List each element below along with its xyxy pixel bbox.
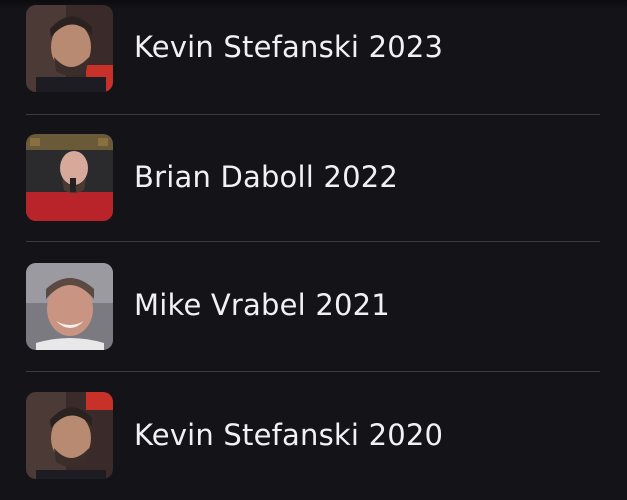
- coach-photo: [26, 134, 113, 221]
- result-title: Kevin Stefanski 2020: [134, 418, 444, 452]
- result-title: Mike Vrabel 2021: [134, 288, 390, 322]
- divider: [26, 114, 600, 115]
- coach-photo: [26, 263, 113, 350]
- result-title: Kevin Stefanski 2023: [134, 30, 444, 64]
- list-item[interactable]: Kevin Stefanski 2020: [0, 385, 627, 500]
- coach-photo: [26, 5, 113, 92]
- list-item[interactable]: Brian Daboll 2022: [0, 127, 627, 255]
- result-title: Brian Daboll 2022: [134, 160, 399, 194]
- list-item[interactable]: Kevin Stefanski 2023: [0, 0, 627, 126]
- divider: [26, 241, 600, 242]
- divider: [26, 371, 600, 372]
- coach-photo: [26, 392, 113, 479]
- list-item[interactable]: Mike Vrabel 2021: [0, 256, 627, 384]
